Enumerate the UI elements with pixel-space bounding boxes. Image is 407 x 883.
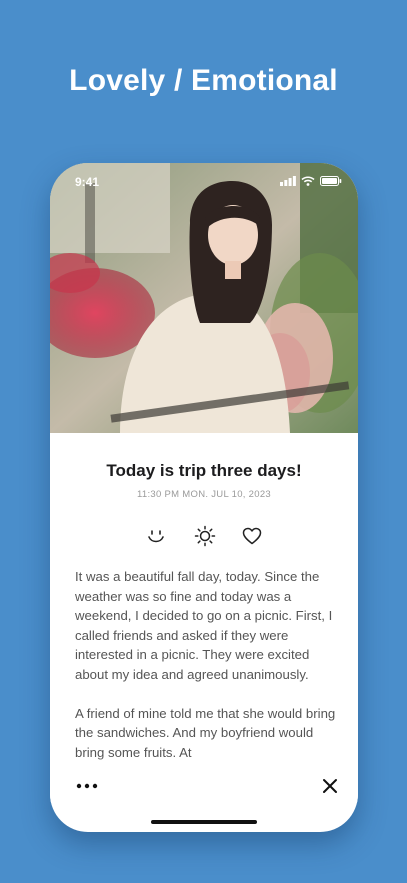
phone-mockup: 9:41 Today is trip three days! 11:30 PM …	[50, 163, 358, 832]
status-bar: 9:41	[50, 163, 358, 199]
sun-icon[interactable]	[194, 525, 216, 547]
page-headline: Lovely / Emotional	[69, 64, 338, 97]
entry-paragraph: It was a beautiful fall day, today. Sinc…	[75, 569, 333, 682]
entry-title: Today is trip three days!	[106, 461, 302, 480]
entry-photo: 9:41	[50, 163, 358, 433]
battery-icon	[320, 176, 342, 186]
wifi-icon	[301, 176, 315, 186]
signal-icon	[280, 176, 296, 186]
smile-icon[interactable]	[145, 525, 167, 547]
close-icon[interactable]	[322, 778, 338, 794]
entry-datetime: 11:30 PM MON. JUL 10, 2023	[137, 489, 271, 500]
entry-body: It was a beautiful fall day, today. Sinc…	[75, 567, 337, 765]
status-icons	[280, 176, 342, 186]
more-icon[interactable]	[75, 779, 99, 791]
bottom-toolbar	[50, 767, 358, 803]
status-time: 9:41	[75, 175, 100, 189]
home-indicator	[151, 820, 257, 824]
heart-icon[interactable]	[241, 525, 263, 547]
mood-icons	[145, 525, 265, 547]
entry-paragraph: A friend of mine told me that she would …	[75, 705, 336, 760]
